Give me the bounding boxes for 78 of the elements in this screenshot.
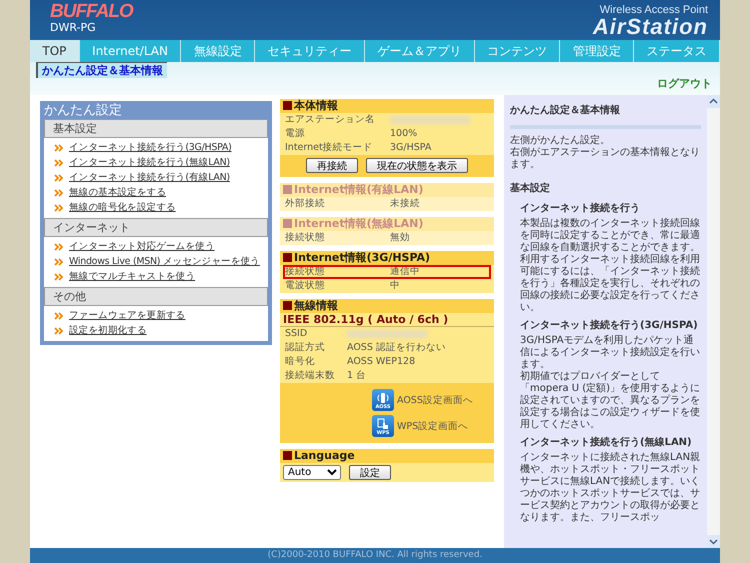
double-chevron-icon: [54, 272, 64, 280]
help-text: インターネットに接続された無線LAN親機や、ホットスポット・フリースポットサービスに無線LANで接続します。いくつかのホットスポットサービスでは、サービス契約とアカウントの取得が必要となります。また、フリースポッ: [520, 452, 701, 524]
setup-link[interactable]: 無線の基本設定をする: [69, 186, 166, 199]
setup-link[interactable]: インターネット接続を行う(無線LAN): [69, 156, 230, 169]
double-chevron-icon: [54, 258, 64, 266]
setup-link[interactable]: Windows Live (MSN) メッセンジャーを使う: [69, 255, 260, 268]
row-value: 未接続: [390, 198, 420, 210]
setup-link[interactable]: 設定を初期化する: [69, 324, 147, 337]
help-section-heading: 基本設定: [510, 181, 551, 195]
brand-logo: BUFFALO: [50, 2, 133, 22]
row-value: 1 台: [347, 370, 366, 382]
help-topic-heading: インターネット接続を行う(3G/HSPA): [520, 320, 699, 332]
setup-link[interactable]: インターネット接続を行う(3G/HSPA): [69, 141, 232, 154]
row-label: 接続状態: [285, 232, 326, 244]
scroll-up-icon[interactable]: [707, 95, 720, 108]
product-name: AirStation: [592, 16, 708, 38]
row-value: 3G/HSPA: [390, 142, 432, 154]
action-button[interactable]: 現在の状態を表示: [366, 158, 468, 173]
help-text: 3G/HSPAモデムを利用したパケット通信によるインターネット接続設定を行います。: [520, 335, 701, 370]
row-label: 暗号化: [285, 356, 316, 368]
settings-link[interactable]: AOSS設定画面へ: [397, 394, 473, 406]
wireless-standard: IEEE 802.11g ( Auto / 6ch ): [280, 313, 494, 327]
double-chevron-icon: [54, 242, 64, 250]
panel-heading: Internet情報(有線LAN): [280, 183, 494, 197]
row-label: 認証方式: [285, 342, 326, 354]
double-chevron-icon: [54, 144, 64, 152]
help-topic-heading: インターネット接続を行う: [520, 203, 641, 215]
scroll-down-icon[interactable]: [707, 535, 720, 548]
row-label: 外部接続: [285, 198, 326, 210]
row-value: 中: [390, 280, 400, 292]
panel-title: かんたん設定: [44, 103, 123, 119]
row-value: 100%: [390, 128, 418, 140]
row-value: AOSS 認証を行わない: [347, 342, 446, 354]
help-text: 利用するインターネット接続回線を利用可能にするには、「インターネット接続を行う」各種設定を実行し、それぞれの回線の接続に必要な設定を行ってください。: [520, 254, 701, 314]
section-heading: 基本設定: [44, 119, 268, 138]
row-label: 接続状態: [285, 266, 326, 278]
row-label: 接続端末数: [285, 370, 336, 382]
double-chevron-icon: [54, 326, 64, 334]
setup-link[interactable]: インターネット接続を行う(有線LAN): [69, 171, 230, 184]
sub-tab[interactable]: かんたん設定＆基本情報: [36, 62, 167, 78]
double-chevron-icon: [54, 204, 64, 212]
panel-heading: Internet情報(3G/HSPA): [280, 251, 494, 265]
section-heading: インターネット: [44, 218, 268, 237]
double-chevron-icon: [54, 188, 64, 196]
help-text: 本製品は複数のインターネット接続回線を同時に設定することができ、常に最適な回線を自動選択することができます。: [520, 218, 701, 254]
row-label: Internet接続モード: [285, 142, 374, 154]
product-line: Wireless Access Point: [598, 4, 708, 16]
apply-button[interactable]: 設定: [349, 465, 391, 480]
double-chevron-icon: [54, 158, 64, 166]
setup-link[interactable]: 無線でマルチキャストを使う: [69, 270, 196, 283]
section-heading: その他: [44, 287, 268, 306]
panel-heading: Language: [280, 449, 494, 463]
copyright-text: (C)2000-2010 BUFFALO INC. All rights reserved.: [30, 548, 720, 563]
nav-tab[interactable]: TOP: [30, 40, 80, 62]
setup-link[interactable]: ファームウェアを更新する: [69, 309, 186, 322]
row-value: AOSS WEP128: [347, 356, 416, 368]
row-value: 無効: [390, 232, 410, 244]
row-label: 電源: [285, 128, 306, 140]
panel-heading: 本体情報: [280, 99, 494, 113]
help-topic-heading: インターネット接続を行う(無線LAN): [520, 437, 693, 449]
action-button[interactable]: 再接続: [306, 158, 358, 173]
panel-heading: Internet情報(無線LAN): [280, 217, 494, 231]
double-chevron-icon: [54, 312, 64, 320]
setup-link[interactable]: 無線の暗号化を設定する: [69, 201, 176, 214]
model-name: DWR-PG: [50, 22, 97, 34]
double-chevron-icon: [54, 174, 64, 182]
help-text: 右側がエアステーションの基本情報となります。: [510, 147, 701, 171]
row-label: 電波状態: [285, 280, 326, 292]
settings-link[interactable]: WPS設定画面へ: [397, 420, 468, 432]
language-select[interactable]: Auto: [283, 465, 341, 480]
help-text: 左側がかんたん設定。: [510, 135, 611, 147]
panel-heading: 無線情報: [280, 299, 494, 313]
help-text: 初期値ではプロバイダーとして「mopera U (定額)」を使用するように設定されていますので、異なるプランを設定する場合はこの設定ウィザードを使用してください。: [520, 371, 701, 431]
setup-link[interactable]: インターネット対応ゲームを使う: [69, 240, 215, 253]
row-label: エアステーション名: [285, 114, 376, 126]
help-title: かんたん設定＆基本情報: [510, 103, 621, 117]
row-label: SSID: [285, 328, 308, 340]
logout-link[interactable]: ログアウト: [657, 76, 712, 91]
